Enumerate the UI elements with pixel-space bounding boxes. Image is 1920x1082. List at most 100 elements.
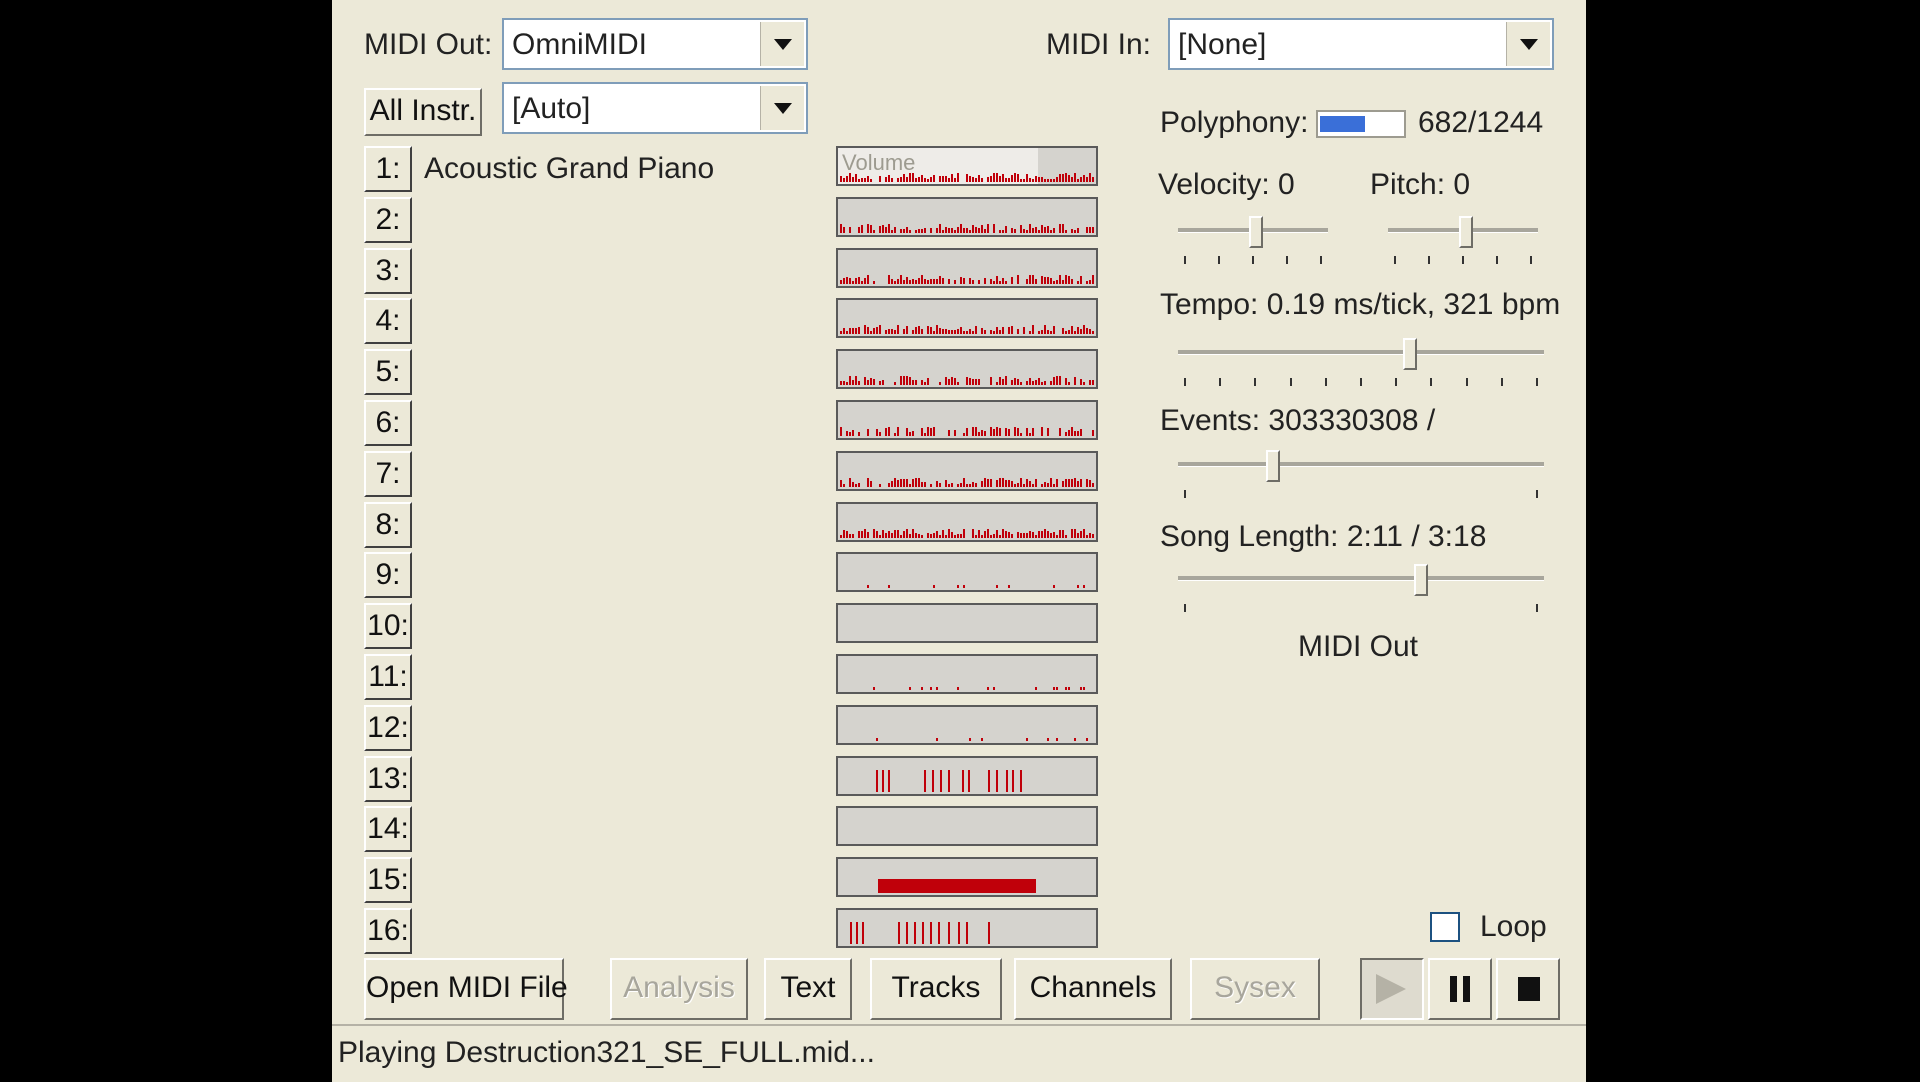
channel-3-volume-activity[interactable] xyxy=(836,247,1098,288)
polyphony-meter-fill xyxy=(1320,116,1365,132)
channel-3-button[interactable]: 3: xyxy=(364,247,412,294)
loop-checkbox[interactable] xyxy=(1430,912,1460,942)
slider-tick xyxy=(1496,256,1498,264)
slider-tick xyxy=(1536,378,1538,386)
channel-5-button[interactable]: 5: xyxy=(364,349,412,396)
slider-tick xyxy=(1430,378,1432,386)
play-icon xyxy=(1376,974,1406,1004)
events-label: Events: 303330308 / xyxy=(1160,404,1436,437)
channel-4-button[interactable]: 4: xyxy=(364,298,412,345)
channel-14-button[interactable]: 14: xyxy=(364,806,412,853)
song-length-label: Song Length: 2:11 / 3:18 xyxy=(1160,520,1487,553)
channel-5-volume-activity[interactable] xyxy=(836,349,1098,390)
chevron-down-icon[interactable] xyxy=(1506,22,1550,66)
slider-tick xyxy=(1536,490,1538,498)
play-button[interactable] xyxy=(1360,958,1424,1020)
instrument-select[interactable]: [Auto] xyxy=(502,82,808,134)
tracks-button[interactable]: Tracks xyxy=(870,958,1002,1020)
channel-6-button[interactable]: 6: xyxy=(364,400,412,446)
channel-7-volume-activity[interactable] xyxy=(836,450,1098,491)
channel-1-instrument: Acoustic Grand Piano xyxy=(424,152,715,185)
midi-out-select[interactable]: OmniMIDI xyxy=(502,18,808,70)
slider-track xyxy=(1178,462,1544,467)
instrument-select-value: [Auto] xyxy=(512,92,591,125)
slider-thumb[interactable] xyxy=(1403,338,1417,370)
slider-tick xyxy=(1501,378,1503,386)
channel-10-volume-activity[interactable] xyxy=(836,603,1098,644)
polyphony-label: Polyphony: xyxy=(1160,106,1309,139)
polyphony-value: 682/1244 xyxy=(1418,106,1544,139)
slider-track xyxy=(1178,350,1544,355)
slider-tick xyxy=(1320,256,1322,264)
song-position-slider[interactable] xyxy=(1178,564,1544,614)
slider-thumb[interactable] xyxy=(1459,216,1473,248)
all-instr-button[interactable]: All Instr. xyxy=(364,88,482,136)
channel-12-button[interactable]: 12: xyxy=(364,704,412,751)
volume-label: Volume xyxy=(842,150,916,175)
channel-9-button[interactable]: 9: xyxy=(364,552,412,599)
pitch-slider[interactable] xyxy=(1388,216,1538,266)
chevron-down-icon[interactable] xyxy=(760,86,804,130)
channel-16-button[interactable]: 16: xyxy=(364,908,412,954)
midi-in-value: [None] xyxy=(1178,28,1267,61)
slider-tick xyxy=(1286,256,1288,264)
slider-tick xyxy=(1219,378,1221,386)
channel-12-volume-activity[interactable] xyxy=(836,704,1098,745)
pitch-label: Pitch: 0 xyxy=(1370,168,1471,201)
slider-tick xyxy=(1252,256,1254,264)
text-button[interactable]: Text xyxy=(764,958,852,1020)
channel-11-button[interactable]: 11: xyxy=(364,654,412,700)
midi-in-select[interactable]: [None] xyxy=(1168,18,1554,70)
analysis-button[interactable]: Analysis xyxy=(610,958,748,1020)
slider-tick xyxy=(1360,378,1362,386)
channel-7-button[interactable]: 7: xyxy=(364,450,412,497)
slider-thumb[interactable] xyxy=(1414,564,1428,596)
slider-tick xyxy=(1394,256,1396,264)
open-midi-file-button[interactable]: Open MIDI File xyxy=(364,958,568,1020)
channel-15-volume-activity[interactable] xyxy=(836,857,1098,898)
channel-15-button[interactable]: 15: xyxy=(364,857,412,904)
channel-8-volume-activity[interactable] xyxy=(836,501,1098,542)
channel-8-button[interactable]: 8: xyxy=(364,501,412,548)
velocity-label: Velocity: 0 xyxy=(1158,168,1295,201)
channel-13-volume-activity[interactable] xyxy=(836,755,1098,796)
slider-tick xyxy=(1536,604,1538,612)
slider-tick xyxy=(1184,490,1186,498)
channel-13-button[interactable]: 13: xyxy=(364,755,412,802)
sysex-button[interactable]: Sysex xyxy=(1190,958,1320,1020)
slider-tick xyxy=(1462,256,1464,264)
tempo-slider[interactable] xyxy=(1178,338,1544,388)
status-text: Playing Destruction321_SE_FULL.mid... xyxy=(338,1036,875,1069)
channel-9-volume-activity[interactable] xyxy=(836,552,1098,593)
channel-1-volume-activity[interactable]: Volume xyxy=(836,146,1098,186)
channel-1-button[interactable]: 1: xyxy=(364,146,412,192)
channel-2-button[interactable]: 2: xyxy=(364,196,412,243)
channel-16-volume-activity[interactable] xyxy=(836,908,1098,948)
channels-button[interactable]: Channels xyxy=(1014,958,1172,1020)
events-slider[interactable] xyxy=(1178,450,1544,500)
channel-4-volume-activity[interactable] xyxy=(836,298,1098,339)
midi-player-window: MIDI Out: OmniMIDI MIDI In: [None] All I… xyxy=(332,0,1586,1082)
chevron-down-icon[interactable] xyxy=(760,22,804,66)
pause-button[interactable] xyxy=(1428,958,1492,1020)
midi-out-label: MIDI Out: xyxy=(364,28,493,61)
midi-out-value: OmniMIDI xyxy=(512,28,647,61)
channel-2-volume-activity[interactable] xyxy=(836,196,1098,237)
polyphony-meter xyxy=(1316,110,1406,138)
channel-6-volume-activity[interactable] xyxy=(836,400,1098,440)
channel-14-volume-activity[interactable] xyxy=(836,806,1098,847)
slider-tick xyxy=(1428,256,1430,264)
tempo-label: Tempo: 0.19 ms/tick, 321 bpm xyxy=(1160,288,1561,321)
slider-thumb[interactable] xyxy=(1266,450,1280,482)
stop-button[interactable] xyxy=(1496,958,1560,1020)
channel-11-volume-activity[interactable] xyxy=(836,654,1098,694)
channel-10-button[interactable]: 10: xyxy=(364,603,412,650)
slider-tick xyxy=(1395,378,1397,386)
midi-in-label: MIDI In: xyxy=(1046,28,1152,61)
slider-thumb[interactable] xyxy=(1249,216,1263,248)
slider-tick xyxy=(1530,256,1532,264)
pause-icon xyxy=(1450,976,1472,1002)
slider-tick xyxy=(1325,378,1327,386)
velocity-slider[interactable] xyxy=(1178,216,1328,266)
slider-tick xyxy=(1184,256,1186,264)
